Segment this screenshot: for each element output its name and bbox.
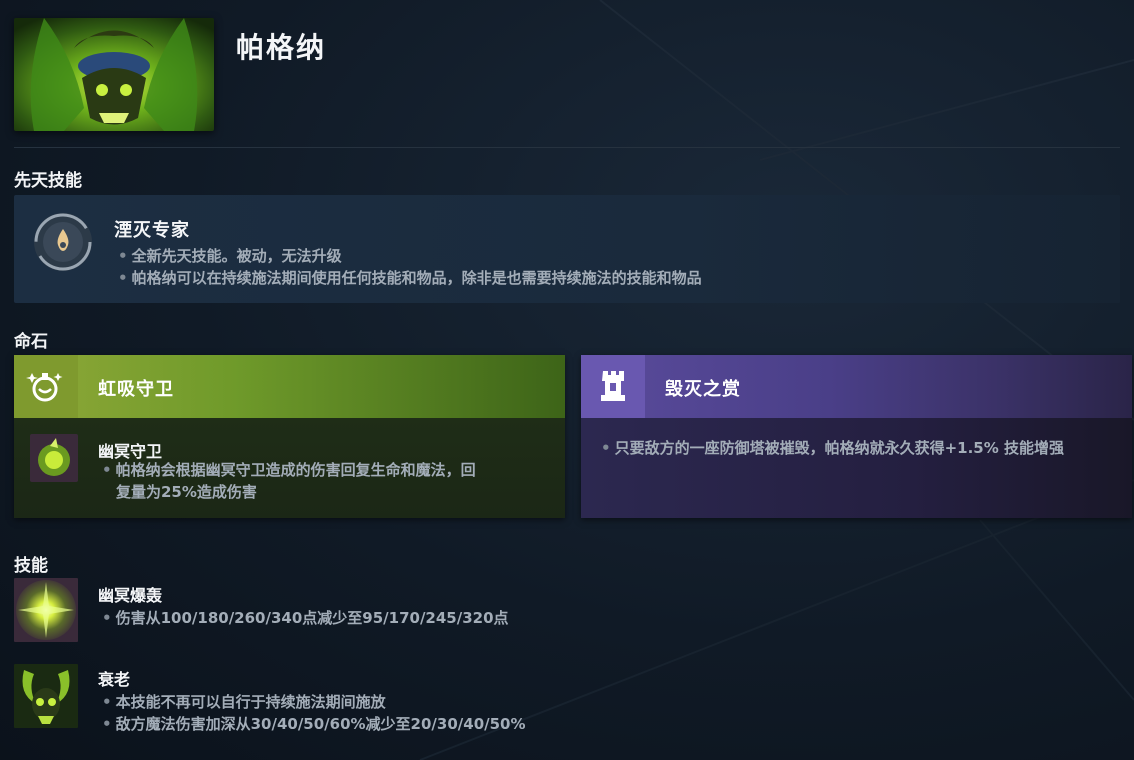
shard-title: 虹吸守卫	[98, 379, 174, 400]
decrepify-icon	[14, 664, 78, 728]
shard-bullet: 复量为25%造成伤害	[116, 483, 257, 501]
ability-name: 衰老	[98, 670, 131, 689]
innate-bullet: • 帕格纳可以在持续施法期间使用任何技能和物品，除非是也需要持续施法的技能和物品	[118, 269, 702, 287]
nether-ward-icon	[30, 434, 78, 482]
aghanim-scepter-card: 毁灭之赏 • 只要敌方的一座防御塔被摧毁，帕格纳就永久获得+1.5% 技能增强	[581, 355, 1132, 518]
shard-body: 幽冥守卫 • 帕格纳会根据幽冥守卫造成的伤害回复生命和魔法，回 复量为25%造成伤…	[14, 418, 565, 518]
flame-ring-icon	[32, 211, 94, 273]
shard-bullet: • 帕格纳会根据幽冥守卫造成的伤害回复生命和魔法，回	[102, 461, 476, 479]
innate-bullet: • 全新先天技能。被动，无法升级	[118, 247, 342, 265]
shard-bullet: • 只要敌方的一座防御塔被摧毁，帕格纳就永久获得+1.5% 技能增强	[601, 439, 1064, 457]
tower-icon	[581, 355, 645, 418]
abilities-section-title: 技能	[14, 556, 48, 576]
aghanim-shard-card: 虹吸守卫 幽冥守卫 • 帕格纳会根据幽冥守卫造成的伤害回复生命和魔法，回 复量为2…	[14, 355, 565, 518]
shard-header: 毁灭之赏	[581, 355, 1132, 418]
shard-title: 毁灭之赏	[665, 379, 741, 400]
hero-portrait	[14, 18, 214, 131]
potion-face-icon	[14, 355, 78, 418]
innate-name: 湮灭专家	[114, 220, 190, 241]
ability-name: 幽冥爆轰	[98, 586, 163, 605]
nether-blast-icon	[14, 578, 78, 642]
ability-bullet: • 伤害从100/180/260/340点减少至95/170/245/320点	[102, 609, 509, 627]
hero-name: 帕格纳	[236, 31, 327, 64]
ability-bullet: • 本技能不再可以自行于持续施法期间施放	[102, 693, 386, 711]
ability-bullet: • 敌方魔法伤害加深从30/40/50/60%减少至20/30/40/50%	[102, 715, 526, 733]
shards-section-title: 命石	[14, 332, 48, 352]
shard-header: 虹吸守卫	[14, 355, 565, 418]
innate-section-title: 先天技能	[14, 171, 82, 191]
innate-panel: 湮灭专家 • 全新先天技能。被动，无法升级 • 帕格纳可以在持续施法期间使用任何技能…	[14, 195, 1120, 303]
header-divider	[14, 147, 1120, 148]
